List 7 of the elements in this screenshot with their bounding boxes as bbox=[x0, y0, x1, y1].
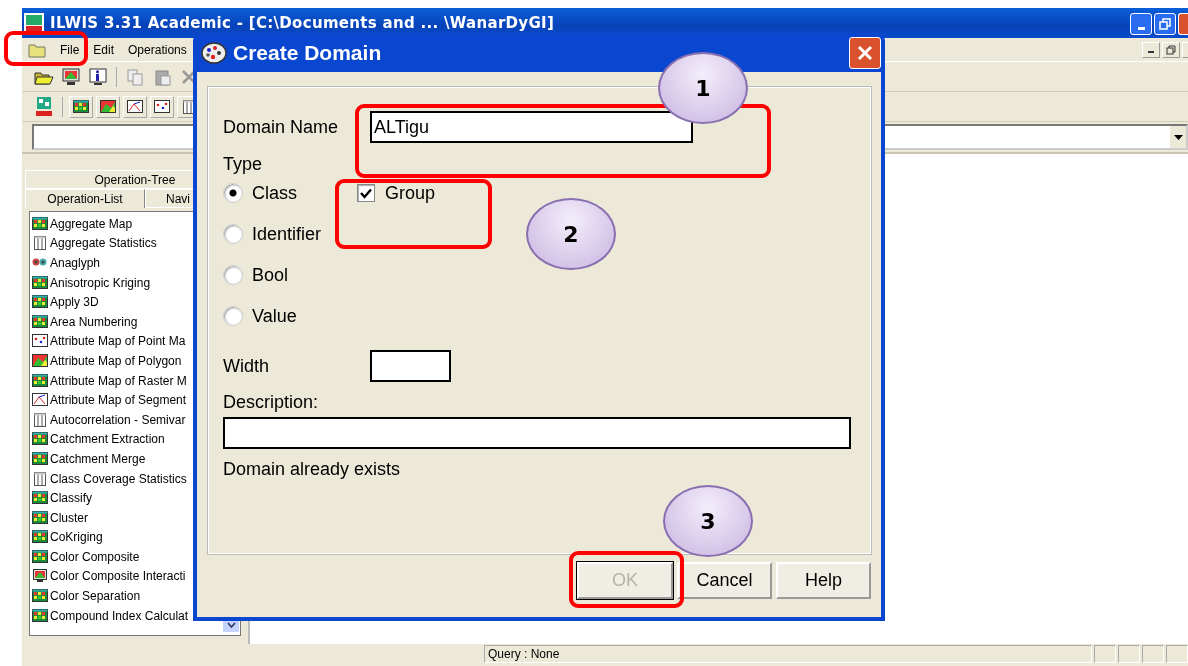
window-title: ILWIS 3.31 Academic - [C:\Documents and ... \WanarDyGI] bbox=[50, 14, 555, 32]
dialog-title: Create Domain bbox=[233, 40, 382, 65]
status-message: Domain already exists bbox=[223, 459, 402, 480]
field-label: Domain Name bbox=[223, 116, 340, 138]
field-label: Width bbox=[223, 355, 270, 377]
field-label: Description: bbox=[223, 392, 320, 413]
status-query: Query : None bbox=[484, 645, 1092, 663]
